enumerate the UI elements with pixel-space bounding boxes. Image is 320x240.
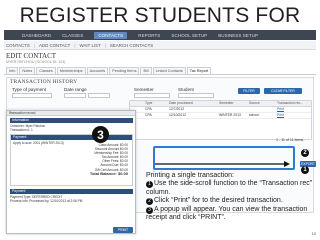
subnav-search-contacts[interactable]: SEARCH CONTACTS bbox=[110, 43, 153, 48]
popup-amount-box: Payment Apply to acct: 2001 (WINTER 2013… bbox=[10, 134, 133, 186]
step-3-badge: 3 bbox=[92, 126, 109, 143]
cell-source bbox=[248, 107, 276, 112]
column-header: Transaction rec... bbox=[277, 101, 304, 105]
tab-info[interactable]: Info bbox=[6, 67, 19, 74]
column-header: Source bbox=[249, 101, 260, 105]
print-button[interactable]: PRINT bbox=[113, 227, 133, 233]
page-number: 10 bbox=[311, 231, 316, 236]
tab-notes[interactable]: Notes bbox=[19, 67, 36, 74]
step-text: Click “Print” for to the desired transac… bbox=[154, 197, 283, 205]
table-row: CPA 12/10/2012 WINTER 2013 school Print bbox=[130, 113, 311, 119]
print-link[interactable]: Print bbox=[276, 107, 306, 112]
subnav-add-contact[interactable]: ADD CONTACT bbox=[39, 43, 70, 48]
amount-box-header: Payment bbox=[11, 135, 132, 140]
semester-label: Semester bbox=[134, 87, 154, 92]
step-number: 1 bbox=[146, 181, 153, 189]
column-header: Semester bbox=[219, 101, 234, 105]
transaction-grid: Type Date processed Semester Source Tran… bbox=[129, 100, 312, 140]
cell-date: 12/10/2012 bbox=[169, 113, 186, 117]
semester-select[interactable] bbox=[134, 93, 170, 98]
popup-info: Customer: Myer Patchou Transaction #: 1 bbox=[10, 124, 45, 132]
nav-classes[interactable]: CLASSES bbox=[62, 33, 83, 38]
step-2-badge: 2 bbox=[301, 149, 309, 157]
date-range-label: Date range bbox=[64, 87, 87, 92]
scroll-highlight bbox=[153, 146, 295, 170]
nav-business-setup[interactable]: BUSINESS SETUP bbox=[218, 33, 258, 38]
column-header: Date processed bbox=[169, 101, 193, 105]
cell-type: CPA bbox=[145, 113, 152, 117]
top-navigation: DASHBOARD CLASSES CONTACTS REPORTS SCHOO… bbox=[4, 30, 316, 40]
popup-info-header: Information bbox=[10, 118, 133, 123]
column-header: Type bbox=[145, 101, 153, 105]
contact-tabs: Info Notes Classes Memberships Accounts … bbox=[4, 66, 316, 75]
page-subtitle: MYER PATCHOU (SCHOOL ID: 123) bbox=[6, 60, 66, 64]
page-title: EDIT CONTACT bbox=[6, 52, 57, 60]
close-icon[interactable]: ✕ bbox=[9, 111, 133, 115]
instructions: Printing a single transaction: 1 Use the … bbox=[146, 172, 318, 222]
tab-tax-report[interactable]: Tax Report bbox=[186, 67, 212, 74]
sub-navigation: CONTACTS | ADD CONTACT | WAIT LIST | SEA… bbox=[4, 41, 316, 50]
amount-list: Class Amount: $0.00 Discount Amount $0.0… bbox=[90, 143, 128, 176]
tab-classes[interactable]: Classes bbox=[36, 67, 56, 74]
popup-titlebar: Transaction record ✕ bbox=[7, 111, 135, 116]
instruction-step: 2 Click “Print” for to the desired transa… bbox=[146, 197, 318, 206]
subnav-contacts[interactable]: CONTACTS bbox=[6, 43, 30, 48]
filter-button[interactable]: FILTER bbox=[238, 88, 260, 94]
type-label: Type of payment bbox=[12, 87, 46, 92]
step-text: A popup will appear. You can view the tr… bbox=[146, 205, 308, 222]
clear-filter-button[interactable]: CLEAR FILTER bbox=[264, 88, 302, 94]
date-to-input[interactable] bbox=[88, 93, 110, 98]
payment-line: Process info: Processed by, 12/10/2012 a… bbox=[10, 199, 83, 204]
type-select[interactable] bbox=[12, 93, 52, 98]
cell-date: 12/7/2012 bbox=[169, 107, 185, 111]
student-select[interactable] bbox=[178, 93, 214, 98]
payment-info: Payment Type: DEFERRED CREDIT Process in… bbox=[10, 195, 82, 203]
print-link[interactable]: Print bbox=[276, 113, 306, 118]
nav-contacts[interactable]: CONTACTS bbox=[94, 31, 128, 39]
info-line: Transaction #: 1 bbox=[10, 128, 33, 133]
nav-reports[interactable]: REPORTS bbox=[138, 33, 160, 38]
nav-dashboard[interactable]: DASHBOARD bbox=[22, 33, 51, 38]
instruction-step: 1 Use the side-scroll function to the “Tr… bbox=[146, 180, 318, 197]
tab-pending-items[interactable]: Pending Items bbox=[109, 67, 140, 74]
cell-source: school bbox=[249, 113, 259, 117]
subnav-separator: | bbox=[33, 42, 35, 48]
step-number: 3 bbox=[146, 206, 153, 214]
cell-type: CPA bbox=[145, 107, 152, 111]
pager-info: 1 - 11 of 11 items bbox=[276, 138, 304, 142]
instruction-step: 3A popup will appear. You can view the t… bbox=[146, 206, 318, 223]
column-header bbox=[130, 101, 144, 106]
total-balance: Total Balance: $0.00 bbox=[89, 170, 128, 176]
transaction-popup: Transaction record ✕ Information Custome… bbox=[6, 110, 136, 234]
instructions-heading: Printing a single transaction: bbox=[146, 172, 234, 179]
subnav-wait-list[interactable]: WAIT LIST bbox=[80, 43, 101, 48]
tab-accounts[interactable]: Accounts bbox=[86, 67, 109, 74]
subnav-separator: | bbox=[74, 42, 76, 48]
date-from-input[interactable] bbox=[64, 93, 86, 98]
tab-linked-contacts[interactable]: Linked Contacts bbox=[152, 67, 186, 74]
panel-title: TRANSACTION HISTORY bbox=[10, 79, 78, 85]
subnav-separator: | bbox=[104, 42, 106, 48]
arrowhead-icon bbox=[284, 161, 290, 167]
cell-semester: WINTER 2013 bbox=[219, 113, 241, 117]
apply-line: Apply to acct: 2001 (WINTER 2013) bbox=[13, 141, 64, 145]
highlight-rect bbox=[153, 146, 295, 170]
nav-school-setup[interactable]: SCHOOL SETUP bbox=[171, 33, 207, 38]
cell-semester bbox=[218, 107, 248, 112]
payment-header: Payment bbox=[10, 189, 133, 194]
student-label: Student bbox=[178, 87, 194, 92]
tab-bill[interactable]: Bill bbox=[140, 67, 152, 74]
step-number: 2 bbox=[146, 198, 153, 206]
tab-memberships[interactable]: Memberships bbox=[56, 67, 86, 74]
step-text: Use the side-scroll function to the “Tra… bbox=[146, 180, 313, 196]
